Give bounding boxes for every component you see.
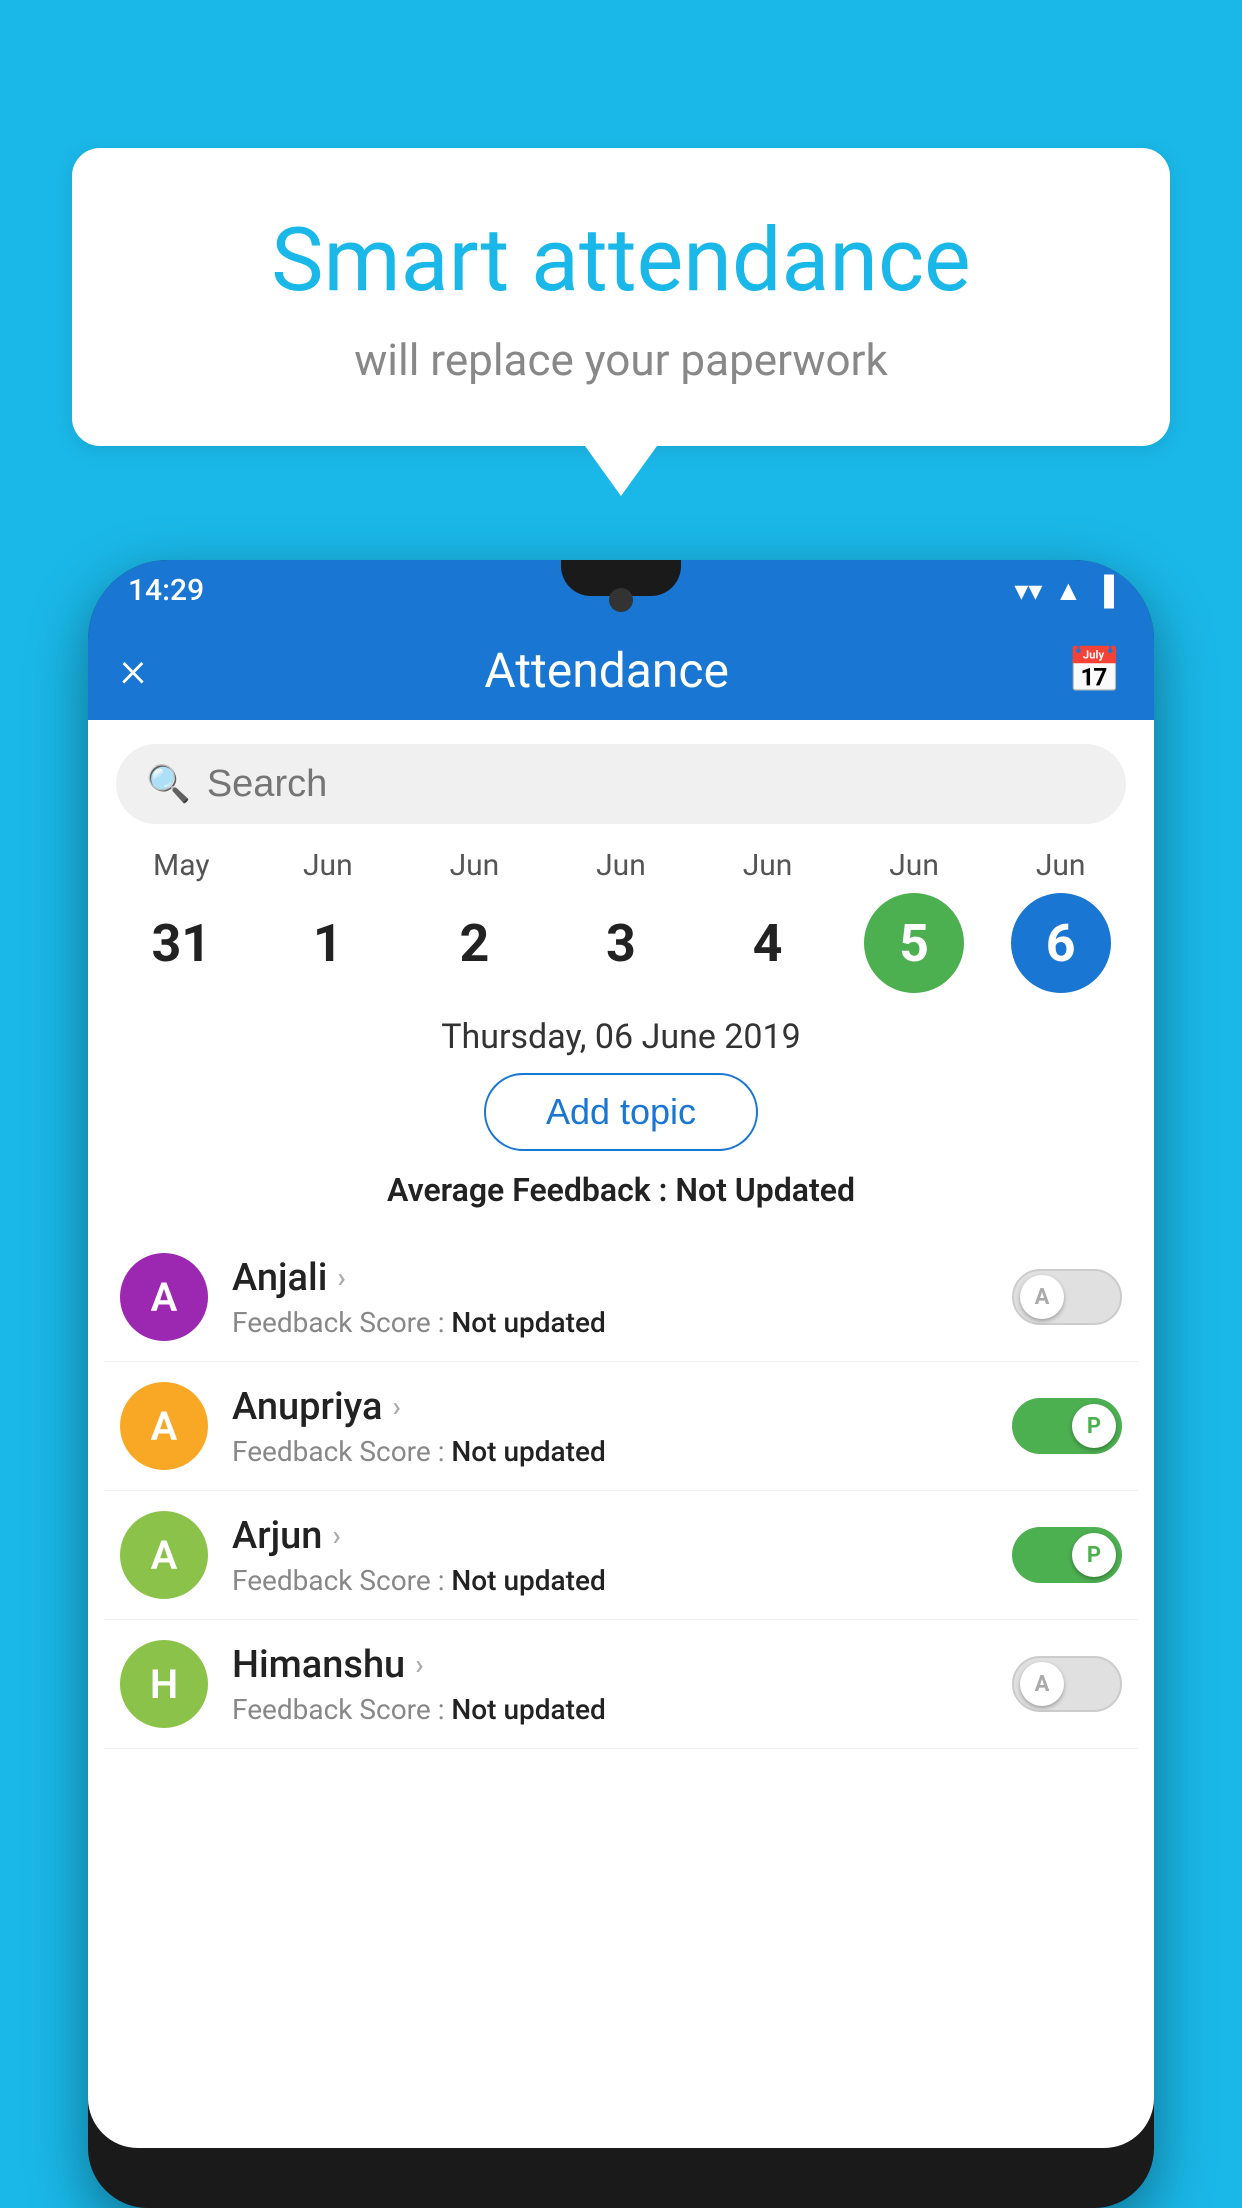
chevron-right-icon: ›: [415, 1648, 423, 1681]
student-info[interactable]: Arjun › Feedback Score : Not updated: [232, 1514, 988, 1597]
search-bar[interactable]: 🔍: [116, 744, 1126, 824]
avatar: A: [120, 1253, 208, 1341]
student-feedback: Feedback Score : Not updated: [232, 1435, 988, 1468]
cal-month-5: Jun: [889, 848, 939, 883]
student-name: Arjun ›: [232, 1514, 988, 1558]
student-info[interactable]: Anupriya › Feedback Score : Not updated: [232, 1385, 988, 1468]
calendar-day-2[interactable]: Jun 2: [414, 848, 534, 993]
avatar: H: [120, 1640, 208, 1728]
cal-day-0: 31: [131, 893, 231, 993]
speech-bubble-arrow: [585, 446, 657, 496]
attendance-toggle[interactable]: A: [1012, 1269, 1122, 1325]
avatar: A: [120, 1382, 208, 1470]
toggle-thumb: P: [1072, 1404, 1116, 1448]
student-name: Himanshu ›: [232, 1643, 988, 1687]
close-button[interactable]: ×: [120, 641, 146, 699]
calendar-day-0[interactable]: May 31: [121, 848, 241, 993]
cal-month-2: Jun: [450, 848, 500, 883]
cal-day-6: 6: [1011, 893, 1111, 993]
calendar-day-3[interactable]: Jun 3: [561, 848, 681, 993]
phone-screen: 🔍 May 31 Jun 1 Jun 2 Jun: [88, 720, 1154, 2148]
student-feedback: Feedback Score : Not updated: [232, 1564, 988, 1597]
list-item: A Anupriya › Feedback Score : Not update…: [104, 1362, 1138, 1491]
phone-frame: 14:29 ▾▾ ▲ ▐ × Attendance 📅 🔍 May 31: [88, 560, 1154, 2208]
list-item: H Himanshu › Feedback Score : Not update…: [104, 1620, 1138, 1749]
attendance-toggle[interactable]: P: [1012, 1527, 1122, 1583]
battery-icon: ▐: [1094, 574, 1114, 607]
calendar-day-5[interactable]: Jun 5: [854, 848, 974, 993]
cal-day-3: 3: [571, 893, 671, 993]
toggle-thumb: A: [1020, 1275, 1064, 1319]
status-icons: ▾▾ ▲ ▐: [1014, 574, 1114, 607]
cal-month-1: Jun: [303, 848, 353, 883]
add-topic-button[interactable]: Add topic: [484, 1073, 758, 1151]
speech-bubble: Smart attendance will replace your paper…: [72, 148, 1170, 446]
student-name: Anupriya ›: [232, 1385, 988, 1429]
list-item: A Anjali › Feedback Score : Not updated …: [104, 1233, 1138, 1362]
cal-day-4: 4: [718, 893, 818, 993]
cal-month-0: May: [153, 848, 209, 883]
bubble-subtitle: will replace your paperwork: [152, 334, 1090, 386]
cal-day-1: 1: [278, 893, 378, 993]
search-icon: 🔍: [146, 763, 191, 805]
status-time: 14:29: [128, 573, 204, 608]
list-item: A Arjun › Feedback Score : Not updated P: [104, 1491, 1138, 1620]
student-name: Anjali ›: [232, 1256, 988, 1300]
cal-month-3: Jun: [596, 848, 646, 883]
calendar-icon[interactable]: 📅: [1067, 644, 1122, 696]
signal-icon: ▲: [1054, 574, 1082, 607]
attendance-toggle[interactable]: P: [1012, 1398, 1122, 1454]
toggle-thumb: A: [1020, 1662, 1064, 1706]
calendar-day-1[interactable]: Jun 1: [268, 848, 388, 993]
chevron-right-icon: ›: [337, 1261, 345, 1294]
chevron-right-icon: ›: [392, 1390, 400, 1423]
feedback-summary: Average Feedback : Not Updated: [88, 1171, 1154, 1209]
selected-date: Thursday, 06 June 2019: [88, 1017, 1154, 1057]
chevron-right-icon: ›: [332, 1519, 340, 1552]
feedback-label: Average Feedback :: [387, 1171, 675, 1209]
speech-bubble-container: Smart attendance will replace your paper…: [72, 148, 1170, 496]
attendance-toggle[interactable]: A: [1012, 1656, 1122, 1712]
student-list: A Anjali › Feedback Score : Not updated …: [88, 1233, 1154, 1749]
phone-inner: × Attendance 📅 🔍 May 31 Jun 1: [88, 620, 1154, 2208]
student-info[interactable]: Himanshu › Feedback Score : Not updated: [232, 1643, 988, 1726]
phone-notch: [561, 560, 681, 596]
cal-month-6: Jun: [1036, 848, 1086, 883]
calendar-strip: May 31 Jun 1 Jun 2 Jun 3 Jun 4: [88, 848, 1154, 993]
bubble-title: Smart attendance: [152, 208, 1090, 314]
feedback-value: Not Updated: [675, 1171, 855, 1209]
toggle-thumb: P: [1072, 1533, 1116, 1577]
search-input[interactable]: [207, 763, 1096, 806]
cal-month-4: Jun: [743, 848, 793, 883]
student-info[interactable]: Anjali › Feedback Score : Not updated: [232, 1256, 988, 1339]
app-bar: × Attendance 📅: [88, 620, 1154, 720]
avatar: A: [120, 1511, 208, 1599]
cal-day-5: 5: [864, 893, 964, 993]
calendar-day-4[interactable]: Jun 4: [708, 848, 828, 993]
cal-day-2: 2: [424, 893, 524, 993]
app-bar-title: Attendance: [484, 642, 729, 699]
student-feedback: Feedback Score : Not updated: [232, 1693, 988, 1726]
calendar-day-6[interactable]: Jun 6: [1001, 848, 1121, 993]
wifi-icon: ▾▾: [1014, 574, 1042, 607]
student-feedback: Feedback Score : Not updated: [232, 1306, 988, 1339]
